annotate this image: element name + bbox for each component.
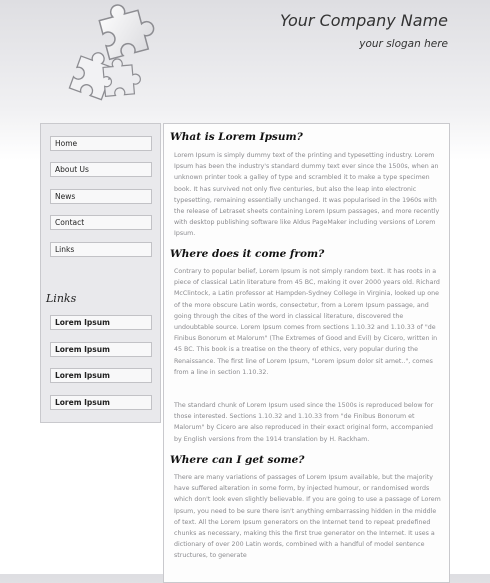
link-item[interactable]: Lorem Ipsum (50, 315, 152, 330)
section-paragraph: There are many variations of passages of… (174, 474, 441, 560)
main-content: What is Lorem Ipsum? Lorem Ipsum is simp… (163, 123, 450, 583)
nav-item-contact[interactable]: Contact (50, 215, 152, 230)
sidebar: Home About Us News Contact Links Links L… (40, 123, 161, 423)
section-paragraph: The standard chunk of Lorem Ipsum used s… (174, 402, 434, 443)
section-paragraph: Contrary to popular belief, Lorem Ipsum … (174, 268, 440, 376)
nav-item-links[interactable]: Links (50, 242, 152, 257)
section-paragraph: Lorem Ipsum is simply dummy text of the … (174, 152, 440, 238)
section-title: Where can I get some? (170, 454, 305, 466)
company-name: Your Company Name (279, 11, 448, 30)
puzzle-logo-icon (68, 4, 155, 101)
links-heading: Links (46, 292, 77, 305)
nav-item-about-us[interactable]: About Us (50, 162, 152, 177)
section-title: What is Lorem Ipsum? (170, 131, 303, 143)
link-item[interactable]: Lorem Ipsum (50, 342, 152, 357)
nav-item-news[interactable]: News (50, 189, 152, 204)
link-item[interactable]: Lorem Ipsum (50, 395, 152, 410)
nav-item-home[interactable]: Home (50, 136, 152, 151)
link-item[interactable]: Lorem Ipsum (50, 368, 152, 383)
section-title: Where does it come from? (170, 248, 325, 260)
header: Your Company Name your slogan here (0, 0, 490, 120)
slogan: your slogan here (359, 38, 448, 50)
